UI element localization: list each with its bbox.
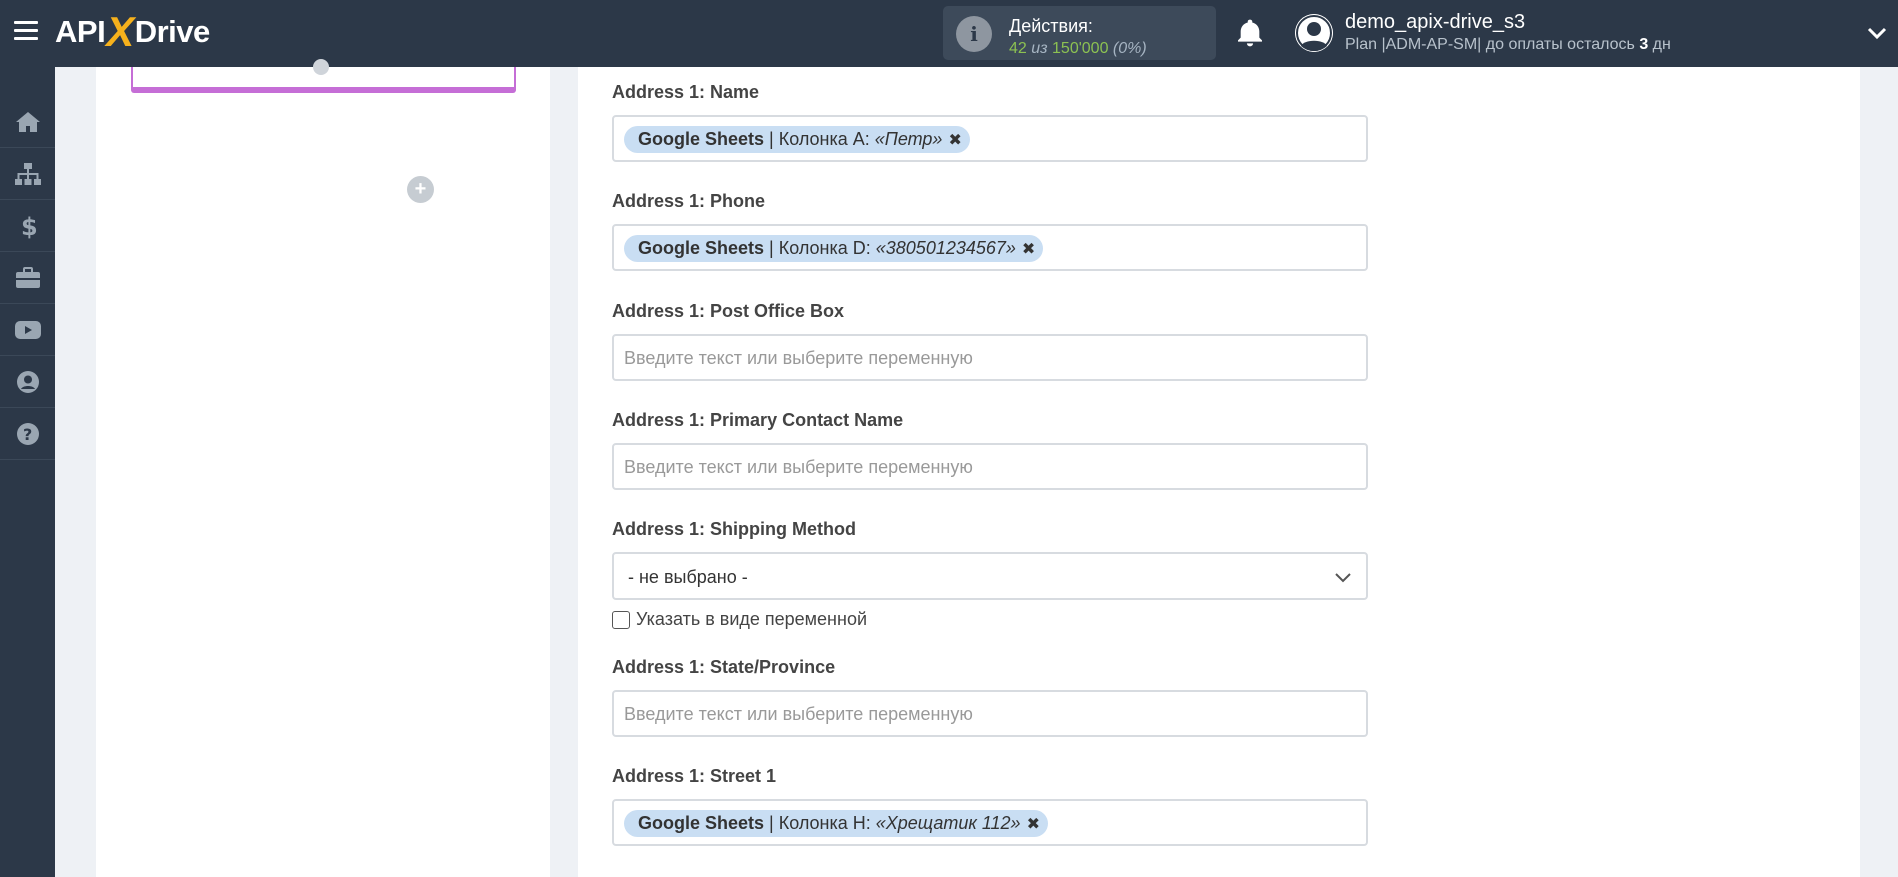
sidebar-item-videos[interactable] — [0, 304, 55, 356]
field-label: Address 1: Post Office Box — [612, 301, 845, 321]
variable-tag: Google Sheets | Колонка A: «Петр» ✖ — [624, 126, 970, 153]
sidebar-item-account[interactable] — [0, 356, 55, 408]
field-label: Address 1: Primary Contact Name — [612, 410, 904, 430]
field-address-po-box: Address 1: Post Office Box Введите текст… — [612, 301, 1368, 381]
field-label: Address 1: Phone — [612, 191, 766, 211]
logo[interactable]: API X Drive — [55, 8, 210, 55]
svg-text:$: $ — [21, 213, 37, 239]
name-input[interactable]: Google Sheets | Колонка A: «Петр» ✖ — [612, 115, 1368, 162]
actions-label: Действия: — [1009, 16, 1093, 36]
checkbox-label[interactable]: Указать в виде переменной — [636, 609, 867, 630]
chevron-down-icon[interactable] — [1866, 24, 1888, 42]
use-variable-option: Указать в виде переменной — [612, 609, 867, 630]
remove-tag-icon[interactable]: ✖ — [948, 130, 961, 150]
actions-counter: i Действия: 42 из 150'000 (0%) — [943, 6, 1216, 60]
actions-count: 42 из 150'000 (0%) — [1009, 40, 1147, 57]
bell-icon[interactable] — [1234, 17, 1266, 49]
field-address-shipping: Address 1: Shipping Method - не выбрано … — [612, 519, 1368, 629]
home-icon — [15, 111, 40, 132]
briefcase-icon — [15, 266, 40, 288]
variable-tag: Google Sheets | Колонка H: «Хрещатик 112» ✖ — [624, 810, 1048, 837]
add-step-button[interactable]: + — [407, 176, 434, 203]
youtube-icon — [14, 320, 41, 339]
use-variable-checkbox[interactable] — [612, 610, 630, 629]
menu-icon[interactable] — [14, 21, 38, 43]
placeholder: Введите текст или выберите переменную — [624, 457, 973, 477]
phone-input[interactable]: Google Sheets | Колонка D: «380501234567» ✖ — [612, 224, 1368, 271]
sidebar: $ ? — [0, 67, 55, 877]
avatar[interactable] — [1295, 14, 1333, 52]
shipping-method-select[interactable]: - не выбрано - — [612, 552, 1368, 600]
field-address-state: Address 1: State/Province Введите текст … — [612, 657, 1368, 737]
placeholder: Введите текст или выберите переменную — [624, 348, 973, 368]
user-circle-icon — [16, 370, 39, 393]
dollar-icon: $ — [21, 213, 37, 239]
svg-text:?: ? — [23, 425, 32, 444]
chevron-down-icon — [1335, 573, 1351, 583]
variable-tag: Google Sheets | Колонка D: «380501234567» ✖ — [624, 235, 1044, 262]
step-card[interactable] — [131, 59, 516, 93]
placeholder: Введите текст или выберите переменную — [624, 704, 973, 724]
question-icon: ? — [16, 422, 39, 445]
street1-input[interactable]: Google Sheets | Колонка H: «Хрещатик 112» ✖ — [612, 799, 1368, 846]
remove-tag-icon[interactable]: ✖ — [1027, 814, 1040, 834]
field-label: Address 1: Shipping Method — [612, 519, 857, 539]
field-address-primary-contact: Address 1: Primary Contact Name Введите … — [612, 410, 1368, 490]
sidebar-item-home[interactable] — [0, 96, 55, 148]
sidebar-item-projects[interactable] — [0, 252, 55, 304]
remove-tag-icon[interactable]: ✖ — [1022, 239, 1035, 259]
field-label: Address 1: Street 1 — [612, 766, 777, 786]
sidebar-item-billing[interactable]: $ — [0, 200, 55, 252]
primary-contact-input[interactable]: Введите текст или выберите переменную — [612, 443, 1368, 490]
sidebar-item-connections[interactable] — [0, 148, 55, 200]
po-box-input[interactable]: Введите текст или выберите переменную — [612, 334, 1368, 381]
field-address-phone: Address 1: Phone Google Sheets | Колонка D… — [612, 191, 1368, 271]
info-icon: i — [956, 16, 992, 52]
field-mapping-panel: Address 1: Name Google Sheets | Колонка A:… — [578, 67, 1860, 877]
user-name[interactable]: demo_apix-drive_s3 — [1345, 11, 1525, 34]
user-plan: Plan |ADM-AP-SM| до оплаты осталось 3 дн — [1345, 36, 1671, 53]
sitemap-icon — [14, 162, 41, 185]
state-input[interactable]: Введите текст или выберите переменную — [612, 690, 1368, 737]
field-label: Address 1: Name — [612, 82, 760, 102]
top-bar: API X Drive i Действия: 42 из 150'000 (0%)… — [0, 0, 1898, 67]
field-address-street1: Address 1: Street 1 Google Sheets | Колонк… — [612, 766, 1368, 846]
field-address-name: Address 1: Name Google Sheets | Колонка A:… — [612, 82, 1368, 162]
flow-panel: + — [96, 59, 550, 877]
field-label: Address 1: State/Province — [612, 657, 836, 677]
sidebar-item-help[interactable]: ? — [0, 408, 55, 460]
